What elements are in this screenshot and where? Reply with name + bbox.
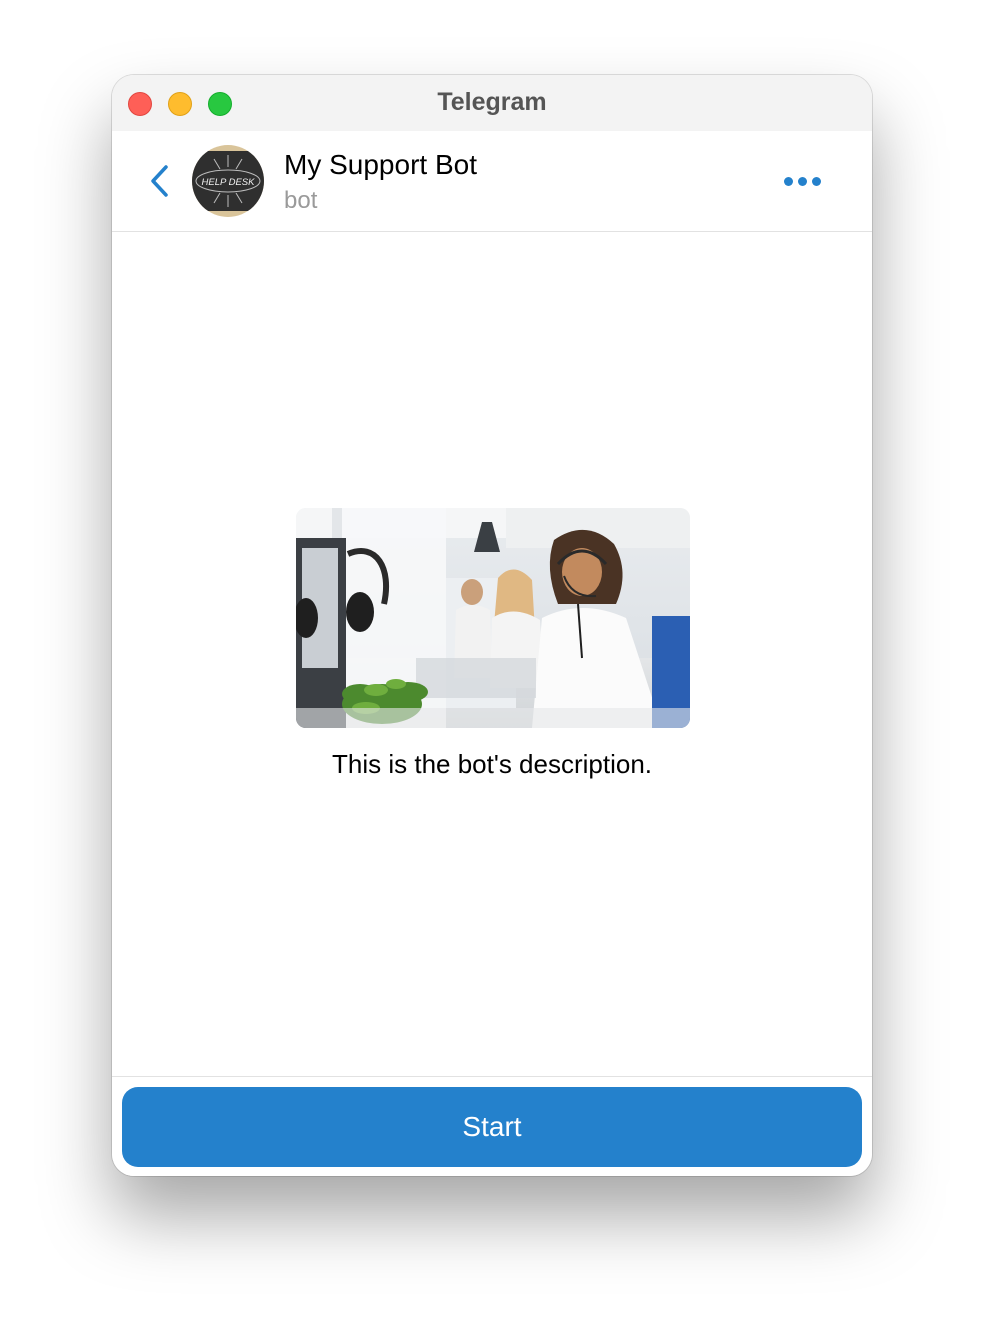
title-bar: Telegram — [112, 75, 872, 131]
bot-description-image — [296, 508, 690, 728]
chat-status: bot — [284, 187, 318, 214]
chat-content: This is the bot's description. — [112, 232, 872, 1076]
avatar-lettering: HELP DESK — [202, 177, 256, 188]
bot-avatar[interactable]: HELP DESK — [192, 145, 264, 217]
chat-header: HELP DESK My Support Bot bot — [112, 131, 872, 232]
bot-description: This is the bot's description. — [332, 749, 652, 779]
chat-name: My Support Bot — [284, 149, 477, 180]
back-button[interactable] — [142, 159, 178, 203]
chevron-left-icon — [151, 165, 168, 197]
window-title: Telegram — [437, 88, 547, 116]
telegram-window: Telegram HELP DESK My Support Bot bot Th… — [112, 75, 872, 1176]
more-options-button[interactable] — [776, 167, 828, 195]
start-button[interactable]: Start — [122, 1087, 862, 1167]
bottom-bar: Start — [112, 1076, 872, 1176]
ellipsis-icon — [784, 177, 793, 186]
